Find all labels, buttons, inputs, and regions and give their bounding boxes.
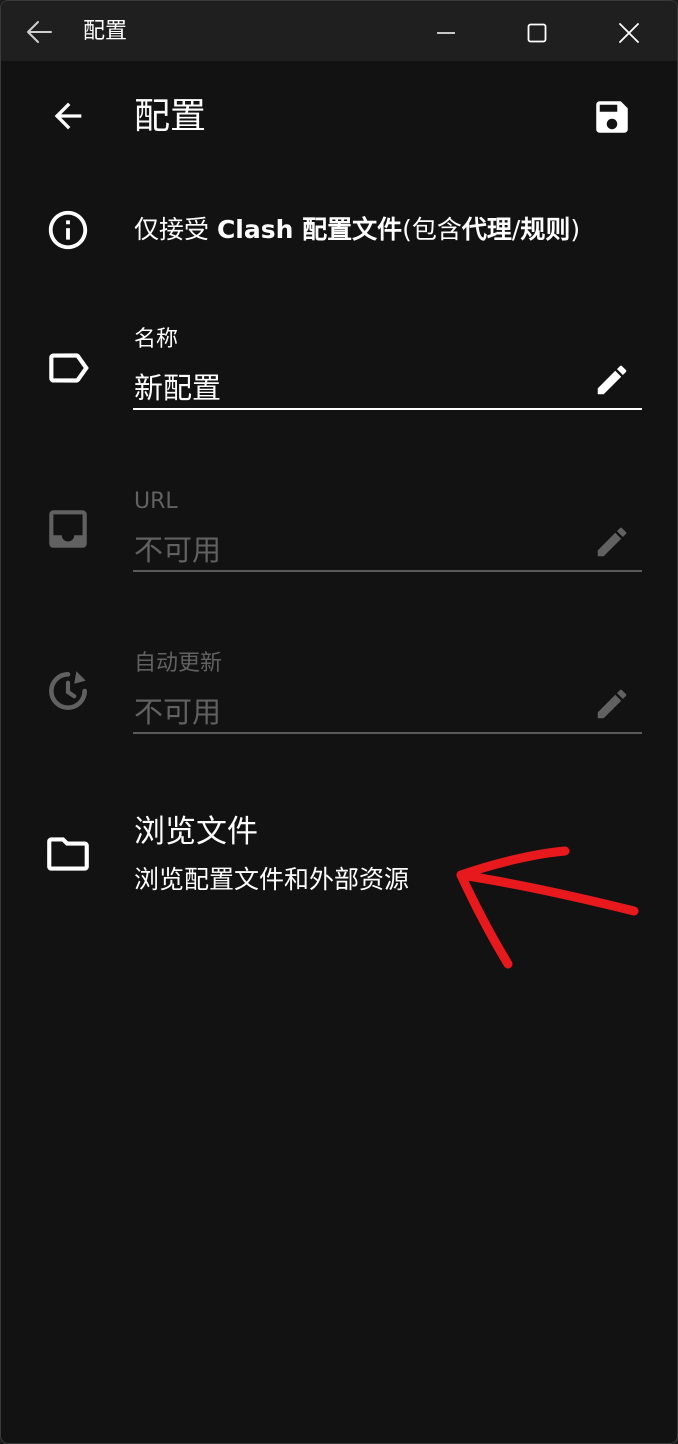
name-value[interactable]: 新配置 xyxy=(134,368,221,408)
folder-icon xyxy=(47,837,89,871)
info-middle: (包含 xyxy=(402,215,462,244)
page-title: 配置 xyxy=(134,96,207,137)
inbox-icon xyxy=(49,510,87,548)
browse-files-title: 浏览文件 xyxy=(134,814,258,850)
pencil-icon xyxy=(597,527,627,557)
app-window: 配置 配置 仅接受 Clash 配置文件(包含代理/规则) 名称 新配置 URL… xyxy=(0,0,678,1444)
annotation-arrow-icon xyxy=(456,846,639,969)
save-icon[interactable] xyxy=(591,96,633,138)
auto-update-underline xyxy=(133,732,642,734)
auto-update-label: 自动更新 xyxy=(134,651,223,676)
label-icon xyxy=(49,353,89,383)
name-underline xyxy=(133,408,642,410)
window-title: 配置 xyxy=(83,19,128,44)
url-underline xyxy=(133,570,642,572)
info-bold-clash: Clash 配置文件 xyxy=(216,215,403,244)
update-icon xyxy=(49,671,87,710)
maximize-icon xyxy=(527,23,547,43)
back-arrow-icon[interactable] xyxy=(48,96,88,136)
info-bold-proxy: 代理 xyxy=(461,215,512,244)
name-label: 名称 xyxy=(134,327,179,352)
pencil-icon xyxy=(597,689,627,719)
minimize-button[interactable] xyxy=(426,13,466,53)
info-message: 仅接受 Clash 配置文件(包含代理/规则) xyxy=(134,211,580,249)
info-prefix: 仅接受 xyxy=(134,215,217,244)
arrow-left-icon[interactable] xyxy=(23,16,55,48)
url-value: 不可用 xyxy=(134,533,222,567)
close-button[interactable] xyxy=(609,13,649,53)
maximize-button[interactable] xyxy=(517,13,557,53)
auto-update-value: 不可用 xyxy=(134,695,222,729)
pencil-icon[interactable] xyxy=(593,361,631,399)
browse-files-subtitle: 浏览配置文件和外部资源 xyxy=(134,865,410,894)
title-bar: 配置 xyxy=(1,1,677,61)
info-icon xyxy=(48,210,88,250)
minimize-icon xyxy=(437,32,455,34)
close-icon xyxy=(619,23,639,43)
info-bold-rule: 规则 xyxy=(520,215,571,244)
url-label: URL xyxy=(134,489,178,514)
info-suffix: ) xyxy=(570,215,581,244)
